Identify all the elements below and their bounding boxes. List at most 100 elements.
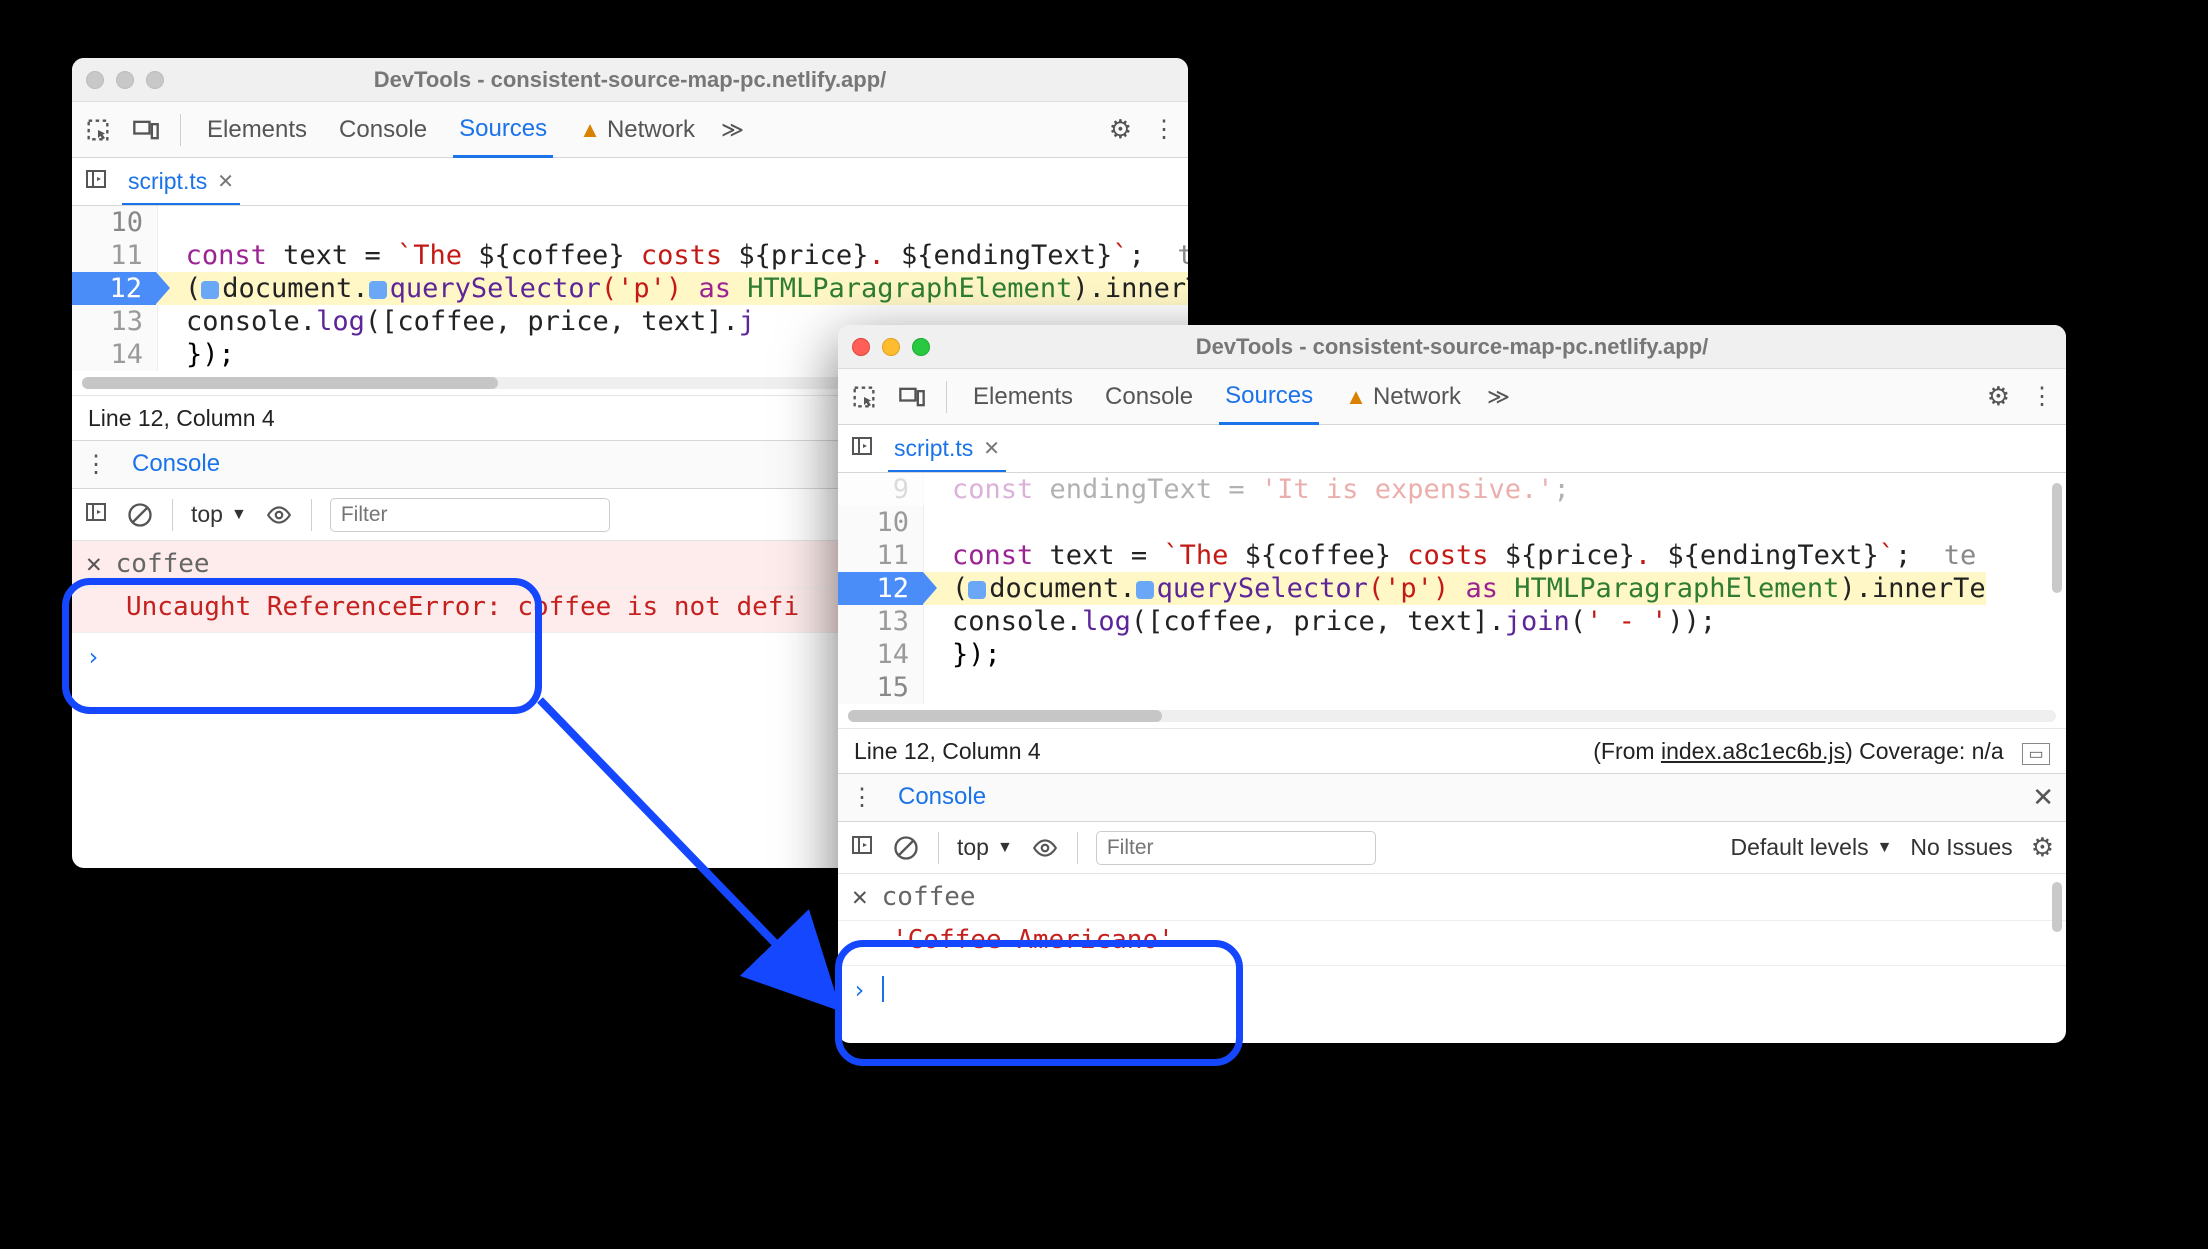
drawer-tab-console[interactable]: Console (892, 771, 992, 826)
issues-link[interactable]: No Issues (1910, 834, 2012, 861)
traffic-close[interactable] (852, 338, 870, 356)
sourcemap-link[interactable]: index.a8c1ec6b.js (1661, 738, 1845, 764)
main-tabs: Elements Console Sources ▲Network ≫ ⚙ ⋮ (838, 369, 2066, 425)
editor-scrollbar[interactable] (848, 710, 2056, 722)
device-icon[interactable] (898, 383, 926, 411)
warning-icon: ▲ (579, 117, 601, 142)
context-selector[interactable]: top ▼ (957, 834, 1013, 861)
inspect-icon[interactable] (84, 116, 112, 144)
traffic-max[interactable] (146, 71, 164, 89)
code-line: const text = `The ${coffee} costs ${pric… (924, 539, 1976, 572)
more-tabs-icon[interactable]: ≫ (721, 117, 744, 143)
live-expression-icon[interactable] (265, 501, 293, 529)
more-tabs-icon[interactable]: ≫ (1487, 384, 1510, 410)
traffic-close[interactable] (86, 71, 104, 89)
settings-icon[interactable]: ⚙ (1109, 114, 1132, 145)
console-sidebar-icon[interactable] (84, 500, 108, 529)
line-number: 13 (72, 305, 158, 338)
code-line-highlight: (document.querySelector('p') as HTMLPara… (157, 272, 1188, 305)
close-icon[interactable]: ✕ (983, 436, 1000, 461)
traffic-min[interactable] (882, 338, 900, 356)
sidebar-toggle-icon[interactable] (84, 167, 108, 196)
settings-icon[interactable]: ⚙ (1987, 381, 2010, 412)
file-tab[interactable]: script.ts ✕ (122, 160, 240, 205)
separator (311, 499, 312, 531)
prompt-chevron-icon: › (852, 976, 866, 1004)
clear-console-icon[interactable] (126, 501, 154, 529)
tab-sources[interactable]: Sources (1219, 370, 1319, 425)
traffic-min[interactable] (116, 71, 134, 89)
file-tab-name: script.ts (128, 168, 207, 195)
drawer-menu-icon[interactable]: ⋮ (850, 783, 874, 812)
tab-console[interactable]: Console (333, 104, 433, 156)
code-line: }); (924, 638, 1001, 671)
code-line: console.log([coffee, price, text].j (158, 305, 755, 338)
separator (1077, 832, 1078, 864)
line-number: 15 (838, 671, 924, 704)
console-vscroll[interactable] (2052, 882, 2062, 932)
context-selector[interactable]: top ▼ (191, 501, 247, 528)
live-expression-icon[interactable] (1031, 834, 1059, 862)
sidebar-toggle-icon[interactable] (850, 434, 874, 463)
tab-console[interactable]: Console (1099, 371, 1199, 423)
file-tab-name: script.ts (894, 435, 973, 462)
source-origin: (From index.a8c1ec6b.js) Coverage: n/a ▭ (1593, 738, 2050, 765)
line-number: 13 (838, 605, 924, 638)
separator (180, 114, 181, 146)
code-line: console.log([coffee, price, text].join('… (924, 605, 1716, 638)
console-toolbar: top ▼ Default levels ▼ No Issues ⚙ (838, 822, 2066, 874)
tab-network-label: Network (607, 116, 695, 143)
tab-sources[interactable]: Sources (453, 103, 553, 158)
file-tab-strip: script.ts ✕ (72, 158, 1188, 206)
source-editor[interactable]: 9 const endingText = 'It is expensive.';… (838, 473, 2066, 728)
tab-network[interactable]: ▲Network (573, 104, 701, 156)
traffic-max[interactable] (912, 338, 930, 356)
file-tab-strip: script.ts ✕ (838, 425, 2066, 473)
cursor-position: Line 12, Column 4 (88, 405, 275, 432)
tab-elements[interactable]: Elements (967, 371, 1079, 423)
inspect-icon[interactable] (850, 383, 878, 411)
close-icon[interactable]: ✕ (217, 169, 234, 194)
device-icon[interactable] (132, 116, 160, 144)
menu-icon[interactable]: ⋮ (2030, 382, 2054, 411)
console-prompt[interactable]: › (838, 966, 2066, 1014)
window-title: DevTools - consistent-source-map-pc.netl… (72, 67, 1188, 93)
drawer-menu-icon[interactable]: ⋮ (84, 450, 108, 479)
console-settings-icon[interactable]: ⚙ (2031, 832, 2054, 863)
editor-status-bar: Line 12, Column 4 (From index.a8c1ec6b.j… (838, 728, 2066, 774)
filter-input[interactable] (1096, 831, 1376, 865)
clear-console-icon[interactable] (892, 834, 920, 862)
warning-icon: ▲ (1345, 384, 1367, 409)
menu-icon[interactable]: ⋮ (1152, 115, 1176, 144)
dismiss-icon[interactable]: ✕ (852, 882, 868, 912)
filter-input[interactable] (330, 498, 610, 532)
line-number: 10 (72, 206, 158, 239)
console-sidebar-icon[interactable] (850, 833, 874, 862)
log-levels[interactable]: Default levels ▼ (1731, 834, 1893, 861)
close-drawer-icon[interactable]: ✕ (2032, 782, 2054, 813)
traffic-lights (852, 338, 930, 356)
tab-elements[interactable]: Elements (201, 104, 313, 156)
separator (938, 832, 939, 864)
file-tab[interactable]: script.ts ✕ (888, 427, 1006, 472)
editor-vscroll[interactable] (2052, 483, 2062, 593)
line-number-current: 12 (838, 572, 924, 605)
devtools-window-right: DevTools - consistent-source-map-pc.netl… (838, 325, 2066, 1043)
dismiss-icon[interactable]: ✕ (86, 549, 102, 579)
cursor-position: Line 12, Column 4 (854, 738, 1041, 765)
separator (946, 381, 947, 413)
console-output: ✕ coffee 'Coffee Americano' › (838, 874, 2066, 1043)
traffic-lights (86, 71, 164, 89)
titlebar: DevTools - consistent-source-map-pc.netl… (838, 325, 2066, 369)
console-expression: coffee (116, 549, 210, 579)
separator (172, 499, 173, 531)
main-tabs: Elements Console Sources ▲Network ≫ ⚙ ⋮ (72, 102, 1188, 158)
console-expression: coffee (882, 882, 976, 912)
coverage-toggle-icon[interactable]: ▭ (2022, 743, 2050, 765)
code-line: const text = `The ${coffee} costs ${pric… (158, 239, 1188, 272)
drawer-tab-console[interactable]: Console (126, 438, 226, 493)
line-number: 11 (838, 539, 924, 572)
line-number: 14 (72, 338, 158, 371)
tab-network[interactable]: ▲Network (1339, 371, 1467, 423)
window-title: DevTools - consistent-source-map-pc.netl… (838, 334, 2066, 360)
